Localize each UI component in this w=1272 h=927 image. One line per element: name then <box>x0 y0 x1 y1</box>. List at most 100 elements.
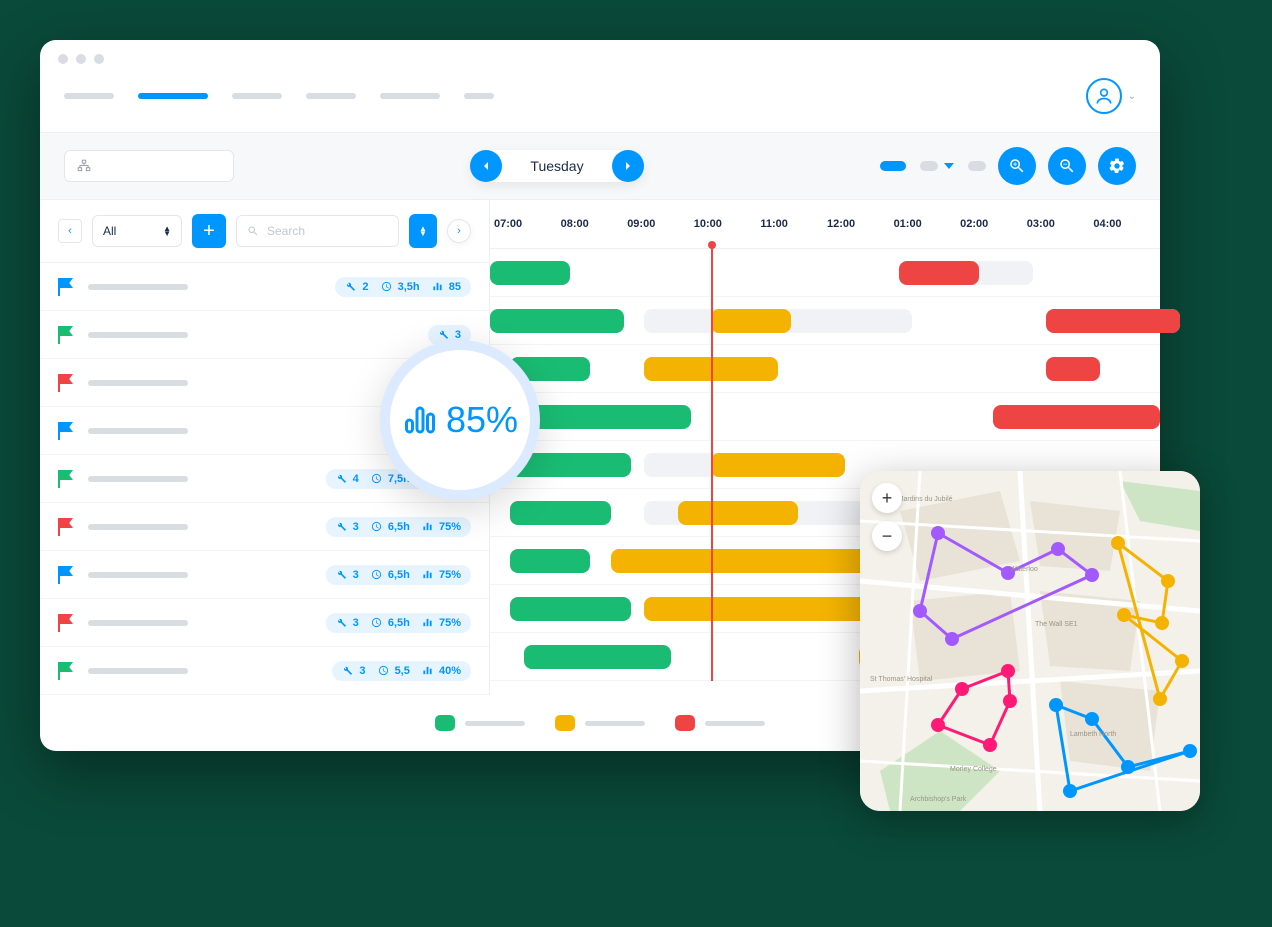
legend-red <box>675 715 765 731</box>
flag-icon <box>58 566 74 584</box>
svg-text:Lambeth North: Lambeth North <box>1070 731 1116 738</box>
day-navigator: Tuesday <box>470 150 643 182</box>
search-input[interactable]: Search <box>236 215 399 247</box>
legend-yellow <box>555 715 645 731</box>
time-header: 07:0008:0009:0010:0011:0012:0001:0002:00… <box>490 200 1160 249</box>
timeline-task[interactable] <box>678 501 799 525</box>
close-dot[interactable] <box>58 54 68 64</box>
sort-button[interactable]: ▲▼ <box>409 214 437 248</box>
zoom-out-icon <box>1058 157 1076 175</box>
map-zoom-controls: + − <box>872 483 902 551</box>
collapse-button[interactable]: ‹ <box>58 219 82 243</box>
map-svg: Jardins du Jubilé Waterloo Lambeth North… <box>860 471 1200 811</box>
time-label: 11:00 <box>760 218 827 230</box>
user-icon <box>1094 86 1114 106</box>
resource-name <box>88 572 188 578</box>
time-label: 10:00 <box>694 218 761 230</box>
dropdown-caret-icon <box>944 163 954 169</box>
time-label: 04:00 <box>1093 218 1160 230</box>
resource-name <box>88 476 188 482</box>
view-options <box>880 161 986 171</box>
time-label: 07:00 <box>494 218 561 230</box>
filter-row: ‹ All ▲▼ + Search ▲▼ › <box>40 200 489 263</box>
time-label: 12:00 <box>827 218 894 230</box>
timeline-task[interactable] <box>711 309 791 333</box>
tab-3[interactable] <box>232 93 282 99</box>
user-avatar[interactable] <box>1086 78 1122 114</box>
map-zoom-out[interactable]: − <box>872 521 902 551</box>
tab-1[interactable] <box>64 93 114 99</box>
timeline-task[interactable] <box>1046 357 1100 381</box>
svg-text:Waterloo: Waterloo <box>1010 566 1038 573</box>
route-map[interactable]: Jardins du Jubilé Waterloo Lambeth North… <box>860 471 1200 811</box>
resource-name <box>88 524 188 530</box>
prev-day-button[interactable] <box>470 150 502 182</box>
timeline-task[interactable] <box>490 261 570 285</box>
view-opt-3[interactable] <box>968 161 986 171</box>
tab-6[interactable] <box>464 93 494 99</box>
search-icon <box>247 225 259 237</box>
zoom-out-button[interactable] <box>1048 147 1086 185</box>
bar-chart-icon <box>402 402 438 438</box>
stats-badge: 3 6,5h 75% <box>326 565 471 585</box>
org-selector[interactable] <box>64 150 234 182</box>
timeline-task[interactable] <box>510 597 631 621</box>
settings-button[interactable] <box>1098 147 1136 185</box>
resource-name <box>88 668 188 674</box>
add-button[interactable]: + <box>192 214 226 248</box>
day-label: Tuesday <box>502 158 611 174</box>
chevron-down-icon: ⌄ <box>1128 91 1136 102</box>
current-time-line <box>711 243 713 681</box>
next-day-button[interactable] <box>612 150 644 182</box>
resource-row[interactable]: 3 6,5h 75% <box>40 599 489 647</box>
sitemap-icon <box>77 159 91 173</box>
expand-button[interactable]: › <box>447 219 471 243</box>
resource-row[interactable]: 3 6,5h 75% <box>40 551 489 599</box>
resource-name <box>88 428 188 434</box>
resource-row[interactable]: 2 3,5h 85 <box>40 263 489 311</box>
max-dot[interactable] <box>94 54 104 64</box>
tab-2-active[interactable] <box>138 93 208 99</box>
time-label: 01:00 <box>894 218 961 230</box>
stats-badge: 2 3,5h 85 <box>335 277 471 297</box>
resource-name <box>88 284 188 290</box>
min-dot[interactable] <box>76 54 86 64</box>
flag-icon <box>58 662 74 680</box>
timeline-task[interactable] <box>711 453 845 477</box>
view-opt-2[interactable] <box>920 161 938 171</box>
timeline-task[interactable] <box>993 405 1161 429</box>
tab-4[interactable] <box>306 93 356 99</box>
svg-text:Archbishop's Park: Archbishop's Park <box>910 796 967 803</box>
flag-icon <box>58 470 74 488</box>
timeline-row <box>490 393 1160 441</box>
map-zoom-in[interactable]: + <box>872 483 902 513</box>
timeline-task[interactable] <box>510 549 590 573</box>
tab-5[interactable] <box>380 93 440 99</box>
timeline-task[interactable] <box>524 645 671 669</box>
gauge-value: 85% <box>446 399 518 441</box>
timeline-task[interactable] <box>1046 309 1180 333</box>
zoom-in-button[interactable] <box>998 147 1036 185</box>
stats-badge: 3 6,5h 75% <box>326 613 471 633</box>
zoom-in-icon <box>1008 157 1026 175</box>
time-label: 09:00 <box>627 218 694 230</box>
timeline-row <box>490 249 1160 297</box>
sort-arrows-icon: ▲▼ <box>163 226 171 236</box>
gear-icon <box>1108 157 1126 175</box>
stats-badge: 3 6,5h 75% <box>326 517 471 537</box>
timeline-task[interactable] <box>490 309 624 333</box>
resource-name <box>88 620 188 626</box>
view-opt-1[interactable] <box>880 161 906 171</box>
flag-icon <box>58 518 74 536</box>
filter-select[interactable]: All ▲▼ <box>92 215 182 247</box>
timeline-task[interactable] <box>510 501 611 525</box>
resource-row[interactable]: 3 6,5h 75% <box>40 503 489 551</box>
svg-text:Morley College: Morley College <box>950 766 997 773</box>
timeline-task[interactable] <box>899 261 979 285</box>
resource-row[interactable]: 3 5,5 40% <box>40 647 489 695</box>
timeline-row <box>490 297 1160 345</box>
time-label: 03:00 <box>1027 218 1094 230</box>
flag-icon <box>58 278 74 296</box>
svg-text:St Thomas' Hospital: St Thomas' Hospital <box>870 676 933 683</box>
utilization-gauge: 85% <box>380 340 540 500</box>
